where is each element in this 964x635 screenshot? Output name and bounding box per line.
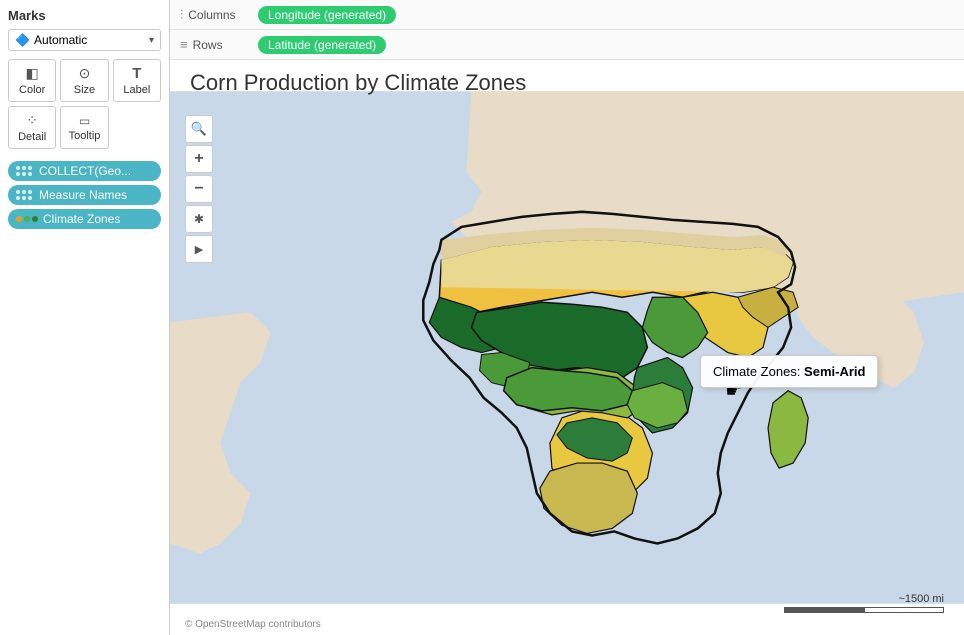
scale-line — [784, 607, 944, 613]
zoom-out-icon: − — [194, 180, 203, 198]
color-mark-btn[interactable]: ◧ Color — [8, 59, 56, 102]
dots-icon — [16, 166, 32, 176]
detail-mark-btn[interactable]: ⁘ Detail — [8, 106, 56, 149]
tooltip-icon: ▭ — [79, 114, 90, 128]
color-icon: ◧ — [26, 65, 39, 82]
pills-section: COLLECT(Geo... Measure Names Climate Zon… — [8, 161, 161, 229]
climate-zones-pill[interactable]: Climate Zones — [8, 209, 161, 229]
mark-type-select[interactable]: 🔷 Automatic ▾ — [8, 29, 161, 51]
map-toolbar: 🔍 + − ✱ ▶ — [185, 115, 213, 263]
search-icon: 🔍 — [191, 121, 207, 137]
lasso-icon: ✱ — [194, 212, 204, 226]
tooltip-box: Climate Zones: Semi-Arid — [700, 355, 878, 388]
zoom-in-btn[interactable]: + — [185, 145, 213, 173]
map-svg — [170, 60, 964, 635]
scale-label: ~1500 mi — [898, 593, 944, 605]
tooltip-label: Climate Zones: — [713, 364, 800, 379]
tooltip-mark-btn[interactable]: ▭ Tooltip — [60, 106, 108, 149]
collect-geo-pill[interactable]: COLLECT(Geo... — [8, 161, 161, 181]
dropdown-arrow-icon: ▾ — [149, 35, 154, 46]
tooltip-value: Semi-Arid — [804, 364, 865, 379]
mark-type-dropdown[interactable]: 🔷 Automatic ▾ — [8, 29, 161, 51]
map-attribution: © OpenStreetMap contributors — [185, 619, 321, 630]
lasso-tool-btn[interactable]: ✱ — [185, 205, 213, 233]
size-icon: ⊙ — [79, 65, 91, 82]
marks-title: Marks — [8, 8, 161, 23]
marks-panel: Marks 🔷 Automatic ▾ ◧ Color ⊙ Size T La — [0, 0, 170, 635]
label-mark-btn[interactable]: T Label — [113, 59, 161, 102]
columns-label: ⫶ Columns — [180, 7, 250, 23]
measure-names-pill[interactable]: Measure Names — [8, 185, 161, 205]
scale-segment-dark — [784, 607, 864, 613]
automatic-icon: 🔷 — [15, 33, 30, 47]
colored-dots-icon — [16, 216, 38, 222]
chart-area: Corn Production by Climate Zones — [170, 60, 964, 635]
columns-shelf: ⫶ Columns Longitude (generated) — [170, 0, 964, 30]
rows-label: ≡ Rows — [180, 37, 250, 52]
scale-segment-light — [864, 607, 944, 613]
main-area: ⫶ Columns Longitude (generated) ≡ Rows L… — [170, 0, 964, 635]
zoom-out-btn[interactable]: − — [185, 175, 213, 203]
pan-tool-btn[interactable]: ▶ — [185, 235, 213, 263]
size-mark-btn[interactable]: ⊙ Size — [60, 59, 108, 102]
pan-icon: ▶ — [195, 243, 203, 256]
map-container[interactable] — [170, 60, 964, 635]
label-icon: T — [132, 65, 141, 82]
columns-icon: ⫶ — [180, 7, 183, 23]
dots-icon — [16, 190, 32, 200]
detail-icon: ⁘ — [26, 112, 38, 129]
scale-bar: ~1500 mi — [784, 593, 944, 613]
chart-title: Corn Production by Climate Zones — [190, 70, 526, 96]
app-container: Marks 🔷 Automatic ▾ ◧ Color ⊙ Size T La — [0, 0, 964, 635]
longitude-pill[interactable]: Longitude (generated) — [258, 6, 396, 24]
marks-grid: ◧ Color ⊙ Size T Label ⁘ Detail ▭ Toolti… — [8, 59, 161, 149]
search-tool-btn[interactable]: 🔍 — [185, 115, 213, 143]
latitude-pill[interactable]: Latitude (generated) — [258, 36, 386, 54]
rows-shelf: ≡ Rows Latitude (generated) — [170, 30, 964, 60]
rows-icon: ≡ — [180, 37, 188, 52]
zoom-in-icon: + — [194, 150, 203, 168]
